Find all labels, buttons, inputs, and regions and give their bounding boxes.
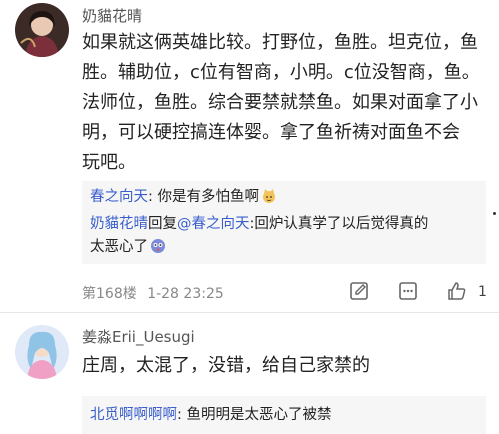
reply-mention[interactable]: @春之向天	[177, 216, 250, 232]
dizzy-face-emoji-icon	[150, 238, 166, 254]
reply-text: 鱼明明是太恶心了被禁	[181, 407, 332, 423]
cat-emoji-icon	[261, 188, 277, 204]
floor-number: 第168楼	[82, 286, 137, 302]
like-count: 1	[478, 284, 487, 300]
reply-item[interactable]: 春之向天: 你是有多怕鱼啊	[90, 187, 277, 207]
scroll-indicator-dot	[493, 212, 496, 215]
reply-word: 回复	[148, 216, 177, 232]
more-icon[interactable]	[397, 280, 419, 302]
edit-icon[interactable]	[348, 280, 370, 302]
reply-text: 回炉认真学了以后觉得真的	[254, 216, 429, 232]
reply-username[interactable]: 奶貓花晴	[90, 216, 148, 232]
comment-text-line: 法师位，鱼胜。综合要禁就禁鱼。如果对面拿了小	[82, 92, 478, 113]
comment-text-line: 如果就这俩英雄比较。打野位，鱼胜。坦克位，鱼	[82, 32, 478, 53]
timestamp: 1-28 23:25	[147, 286, 224, 302]
reply-text: 太恶心了	[90, 239, 148, 255]
comment-text: 庄周，太混了，没错，给自己家禁的	[82, 351, 484, 381]
post-meta: 第168楼 1-28 23:25	[82, 283, 224, 303]
avatar[interactable]	[15, 3, 69, 57]
comment-text-line: 玩吧。	[82, 152, 136, 173]
comment-text-line: 庄周，太混了，没错，给自己家禁的	[82, 355, 370, 376]
reply-box[interactable]: 北觅啊啊啊啊: 鱼明明是太恶心了被禁	[82, 396, 486, 434]
comment-text-line: 明，可以硬控搞连体婴。拿了鱼祈祷对面鱼不会	[82, 122, 460, 143]
reply-item[interactable]: 北觅啊啊啊啊: 鱼明明是太恶心了被禁	[90, 405, 332, 425]
avatar[interactable]	[15, 325, 69, 379]
username[interactable]: 姜淼Erii_Uesugi	[82, 326, 195, 347]
comment-post: 姜淼Erii_Uesugi 庄周，太混了，没错，给自己家禁的 北觅啊啊啊啊: 鱼…	[0, 313, 499, 434]
thumbs-up-icon[interactable]	[446, 280, 468, 302]
reply-item-continuation: 太恶心了	[90, 237, 166, 257]
reply-username[interactable]: 北觅啊啊啊啊	[90, 407, 177, 423]
comment-post: 奶貓花晴 如果就这俩英雄比较。打野位，鱼胜。坦克位，鱼 胜。辅助位，c位有智商，…	[0, 0, 499, 313]
reply-item[interactable]: 奶貓花晴回复@春之向天:回炉认真学了以后觉得真的	[90, 214, 428, 234]
username[interactable]: 奶貓花晴	[82, 5, 142, 26]
comment-text-line: 胜。辅助位，c位有智商，小明。c位没智商，鱼。	[82, 62, 480, 83]
reply-text: 你是有多怕鱼啊	[152, 189, 259, 205]
reply-username[interactable]: 春之向天	[90, 189, 148, 205]
reply-box[interactable]: 春之向天: 你是有多怕鱼啊 奶貓花晴回复@春之向天:回炉认真学了以后觉得真的 太…	[82, 181, 486, 264]
comment-text: 如果就这俩英雄比较。打野位，鱼胜。坦克位，鱼 胜。辅助位，c位有智商，小明。c位…	[82, 28, 484, 178]
